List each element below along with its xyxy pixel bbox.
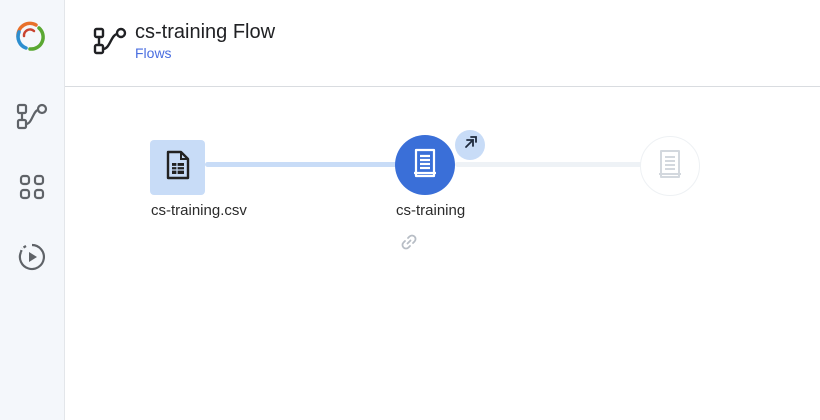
- grid-icon: [18, 173, 46, 206]
- app-logo[interactable]: [10, 16, 50, 56]
- placeholder-node: [640, 136, 700, 196]
- flow-canvas[interactable]: cs-training.csv cs-training: [65, 87, 820, 420]
- document-icon: [165, 150, 191, 185]
- flow-icon: [16, 103, 48, 136]
- play-circle-icon: [17, 242, 47, 277]
- breadcrumb[interactable]: Flows: [135, 45, 172, 61]
- recipe-node[interactable]: [395, 135, 455, 195]
- flow-edge-placeholder: [455, 162, 645, 167]
- page-title: cs-training Flow: [135, 21, 276, 43]
- recipe-node-label: cs-training: [396, 202, 466, 219]
- link-icon[interactable]: [401, 234, 417, 250]
- sidebar-item-runs[interactable]: [12, 239, 52, 279]
- dataset-node-label: cs-training.csv: [151, 202, 247, 219]
- sidebar: [0, 0, 65, 420]
- expand-button[interactable]: [455, 130, 485, 160]
- flow-edge: [205, 162, 400, 167]
- sidebar-item-apps[interactable]: [12, 169, 52, 209]
- flow-icon: [93, 26, 127, 56]
- recipe-icon: [412, 148, 438, 183]
- dataset-node[interactable]: [150, 140, 205, 195]
- expand-arrow-icon: [462, 135, 478, 156]
- recipe-icon: [657, 149, 683, 184]
- page-header: cs-training Flow Flows: [65, 0, 820, 87]
- sidebar-item-flow[interactable]: [12, 99, 52, 139]
